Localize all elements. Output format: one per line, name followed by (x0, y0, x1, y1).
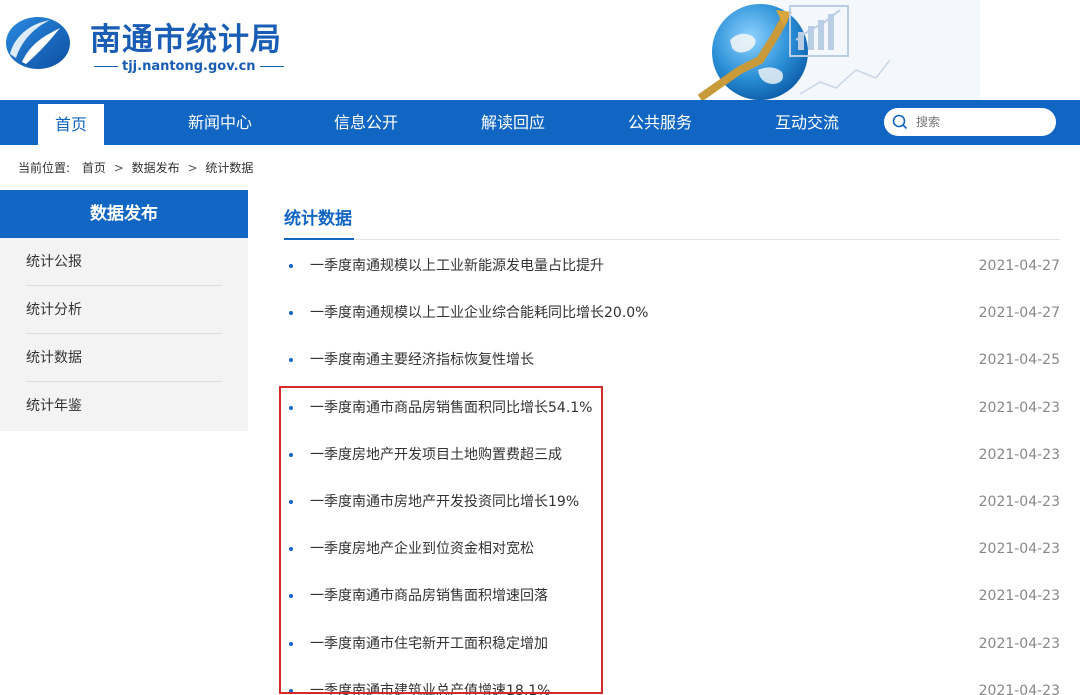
list-item-date: 2021-04-23 (978, 399, 1060, 416)
site-header: 南通市统计局 tjj.nantong.gov.cn (0, 0, 1080, 100)
sidebar: 数据发布 统计公报 统计分析 统计数据 统计年鉴 (0, 190, 248, 431)
breadcrumb-home[interactable]: 首页 (82, 161, 106, 175)
list-item[interactable]: 一季度房地产企业到位资金相对宽松 2021-04-23 (284, 526, 1060, 573)
nav-item-interpretation[interactable]: 解读回应 (463, 100, 563, 145)
breadcrumb-separator: > (113, 161, 124, 175)
main-nav: 首页 新闻中心 信息公开 解读回应 公共服务 互动交流 (0, 100, 1080, 145)
domain-left-line (94, 66, 118, 67)
list-item-date: 2021-04-27 (978, 258, 1060, 274)
nav-item-news[interactable]: 新闻中心 (170, 100, 270, 145)
bullet-dot (289, 547, 293, 552)
sidebar-title: 数据发布 (0, 190, 248, 238)
list-item[interactable]: 一季度南通规模以上工业企业综合能耗同比增长20.0% 2021-04-27 (284, 290, 1060, 337)
search-box[interactable] (884, 108, 1056, 136)
bullet-dot (289, 358, 293, 363)
list-item[interactable]: 一季度南通市住宅新开工面积稳定增加 2021-04-23 (284, 621, 1060, 668)
page-title-underline (284, 238, 354, 240)
bullet-dot (289, 594, 293, 599)
nantong-stats-logo-icon[interactable] (0, 14, 72, 72)
breadcrumb-label: 当前位置: (18, 161, 71, 175)
list-item-title[interactable]: 一季度南通规模以上工业新能源发电量占比提升 (310, 243, 604, 290)
list-item-title[interactable]: 一季度南通市建筑业总产值增速18.1% (310, 668, 550, 695)
bullet-dot (289, 499, 293, 504)
breadcrumb-data-release[interactable]: 数据发布 (132, 161, 180, 175)
sidebar-item-statistics-data[interactable]: 统计数据 (0, 334, 248, 382)
list-item-title[interactable]: 一季度房地产企业到位资金相对宽松 (310, 526, 534, 573)
list-item-date: 2021-04-25 (978, 352, 1060, 369)
sidebar-item-yearbook[interactable]: 统计年鉴 (0, 382, 248, 430)
search-input[interactable] (916, 115, 1046, 129)
domain-right-line (259, 66, 284, 67)
search-icon[interactable] (892, 114, 908, 130)
list-item-date: 2021-04-23 (978, 493, 1060, 510)
list-item-date: 2021-04-23 (978, 682, 1060, 695)
site-domain-text: tjj.nantong.gov.cn (122, 59, 256, 74)
main-content: 统计数据 一季度南通规模以上工业新能源发电量占比提升 2021-04-27 一季度… (284, 190, 1060, 695)
bullet-dot (289, 264, 293, 268)
bullet-dot (289, 405, 293, 410)
sidebar-item-bulletin[interactable]: 统计公报 (0, 238, 248, 286)
nav-item-public-service[interactable]: 公共服务 (610, 100, 710, 145)
list-item-date: 2021-04-23 (978, 541, 1060, 558)
bullet-dot (289, 688, 293, 693)
list-item[interactable]: 一季度南通市商品房销售面积同比增长54.1% 2021-04-23 (284, 385, 1060, 432)
list-item-title[interactable]: 一季度南通主要经济指标恢复性增长 (310, 337, 534, 384)
list-item-date: 2021-04-23 (978, 446, 1060, 463)
site-domain: tjj.nantong.gov.cn (90, 59, 288, 74)
list-item-title[interactable]: 一季度南通规模以上工业企业综合能耗同比增长20.0% (310, 290, 648, 337)
nav-item-home[interactable]: 首页 (38, 104, 104, 145)
site-title: 南通市统计局 (90, 22, 282, 58)
list-item-title[interactable]: 一季度南通市住宅新开工面积稳定增加 (310, 621, 548, 668)
list-item[interactable]: 一季度南通市商品房销售面积增速回落 2021-04-23 (284, 573, 1060, 620)
article-list: 一季度南通规模以上工业新能源发电量占比提升 2021-04-27 一季度南通规模以… (284, 243, 1060, 695)
list-item[interactable]: 一季度南通市建筑业总产值增速18.1% 2021-04-23 (284, 668, 1060, 695)
list-item-title[interactable]: 一季度南通市商品房销售面积增速回落 (310, 573, 548, 620)
bullet-dot (289, 452, 293, 457)
list-item-title[interactable]: 一季度南通市商品房销售面积同比增长54.1% (310, 385, 592, 432)
list-item[interactable]: 一季度房地产开发项目土地购置费超三成 2021-04-23 (284, 432, 1060, 479)
list-item-date: 2021-04-27 (978, 305, 1060, 322)
breadcrumb-separator: > (187, 161, 198, 175)
nav-item-interaction[interactable]: 互动交流 (757, 100, 857, 145)
list-item[interactable]: 一季度南通市房地产开发投资同比增长19% 2021-04-23 (284, 479, 1060, 526)
list-item-date: 2021-04-23 (978, 588, 1060, 605)
breadcrumb-statistics-data[interactable]: 统计数据 (205, 161, 253, 175)
bullet-dot (289, 641, 293, 646)
list-item[interactable]: 一季度南通主要经济指标恢复性增长 2021-04-25 (284, 337, 1060, 384)
list-item-title[interactable]: 一季度南通市房地产开发投资同比增长19% (310, 479, 579, 526)
bullet-dot (289, 311, 293, 316)
sidebar-item-analysis[interactable]: 统计分析 (0, 286, 248, 334)
list-item-title[interactable]: 一季度房地产开发项目土地购置费超三成 (310, 432, 562, 479)
banner-globe-chart-illustration (697, 0, 980, 100)
list-item[interactable]: 一季度南通规模以上工业新能源发电量占比提升 2021-04-27 (284, 243, 1060, 290)
nav-item-info-disclosure[interactable]: 信息公开 (316, 100, 416, 145)
breadcrumb: 当前位置: 首页 > 数据发布 > 统计数据 (18, 159, 253, 176)
list-item-date: 2021-04-23 (978, 635, 1060, 652)
page-title: 统计数据 (284, 209, 352, 229)
main-title-row: 统计数据 (284, 190, 1060, 240)
